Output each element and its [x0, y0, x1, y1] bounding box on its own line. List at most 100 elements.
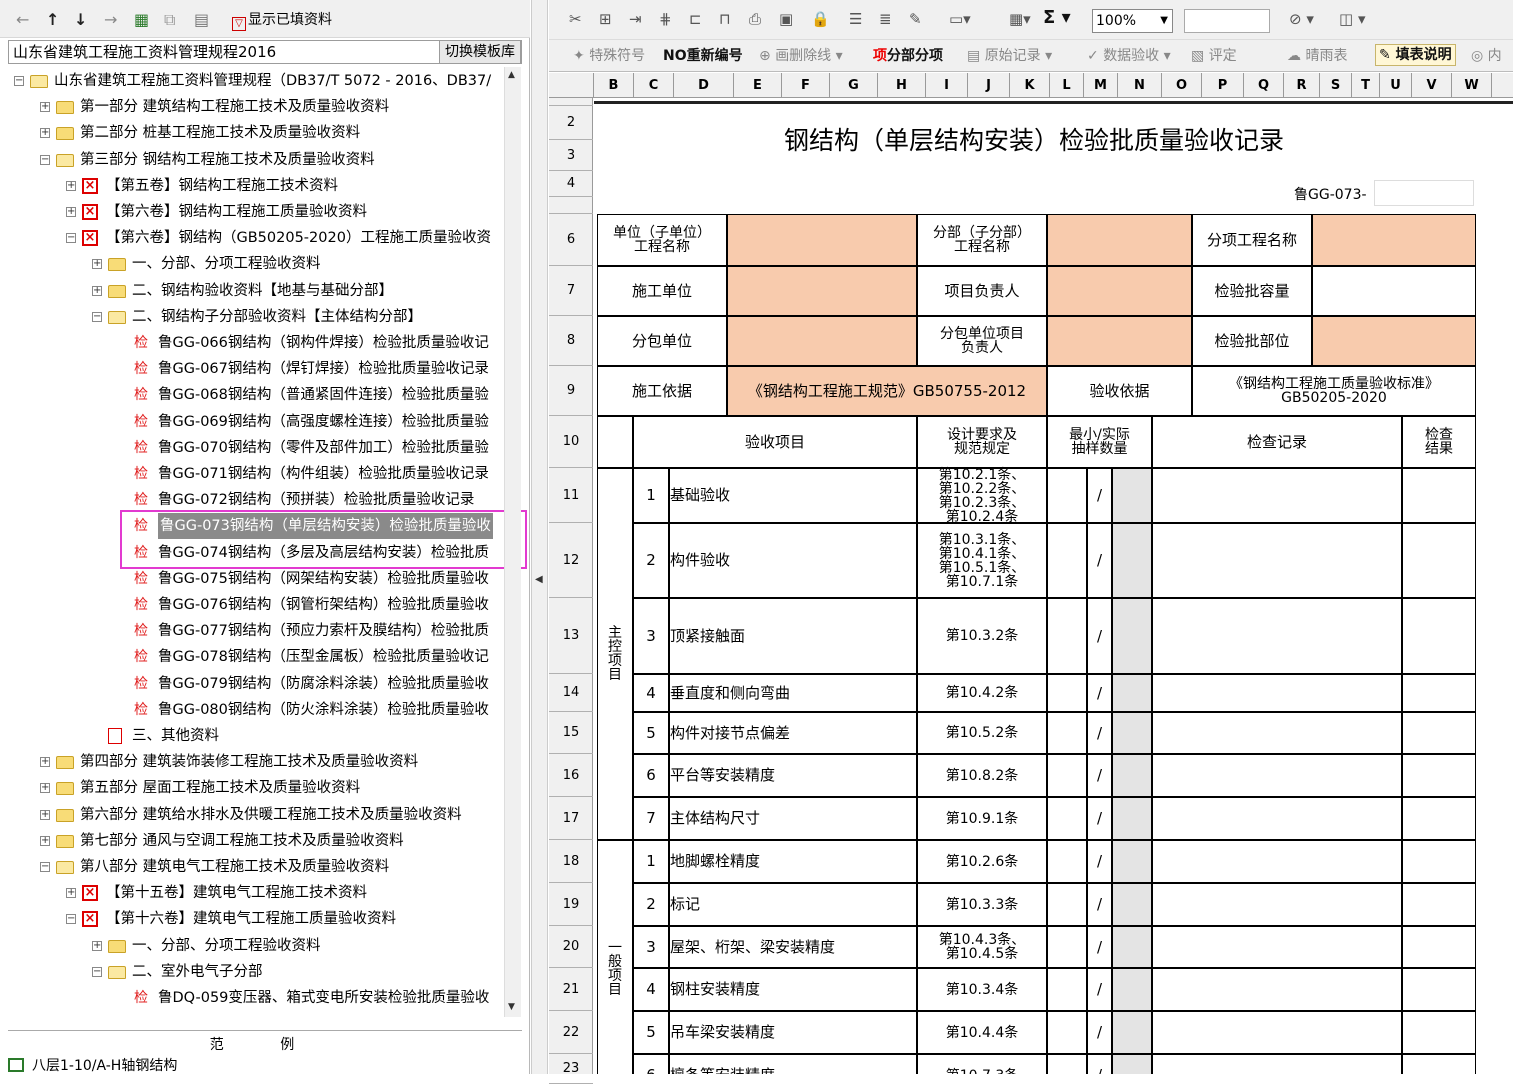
- column-header-cell[interactable]: N: [1118, 73, 1162, 98]
- tree-item[interactable]: + 一、分部、分项工程验收资料: [8, 251, 504, 277]
- tree-item[interactable]: + × 【第六卷】钢结构工程施工质量验收资料: [8, 199, 504, 225]
- switch-template-button[interactable]: 切换模板库: [439, 40, 521, 64]
- column-header-cell[interactable]: V: [1412, 73, 1452, 98]
- row-header-cell[interactable]: [549, 197, 593, 214]
- check-record[interactable]: [1152, 674, 1402, 712]
- sample-min[interactable]: [1047, 712, 1087, 754]
- zoom-select[interactable]: 100% ▼: [1092, 9, 1173, 33]
- sample-min[interactable]: [1047, 840, 1087, 883]
- collapse-icon[interactable]: −: [40, 154, 50, 165]
- row-header-cell[interactable]: 11: [549, 468, 593, 523]
- tree-item[interactable]: − 二、钢结构子分部验收资料【主体结构分部】: [8, 304, 504, 330]
- column-header-cell[interactable]: O: [1162, 73, 1202, 98]
- tree-item[interactable]: + 第五部分 屋面工程施工技术及质量验收资料: [8, 775, 504, 801]
- pm-input[interactable]: [1047, 266, 1192, 316]
- collapse-icon[interactable]: −: [14, 76, 24, 86]
- expand-icon[interactable]: +: [40, 835, 50, 846]
- check-result[interactable]: [1402, 797, 1476, 840]
- strike-button[interactable]: ⊕ 画删除线 ▾: [759, 46, 843, 66]
- expand-icon[interactable]: +: [92, 940, 102, 951]
- column-header-cell[interactable]: G: [830, 73, 878, 98]
- table-icon[interactable]: ▤: [194, 9, 209, 31]
- sub-name-input[interactable]: [1047, 214, 1192, 266]
- form-code-input[interactable]: [1374, 180, 1474, 206]
- check-record[interactable]: [1152, 468, 1402, 523]
- sample-actual[interactable]: [1112, 968, 1152, 1011]
- column-header-cell[interactable]: I: [926, 73, 968, 98]
- tree-item[interactable]: + 第四部分 建筑装饰装修工程施工技术及质量验收资料: [8, 749, 504, 775]
- expand-icon[interactable]: +: [92, 285, 102, 296]
- sample-min[interactable]: [1047, 968, 1087, 1011]
- sample-min[interactable]: [1047, 926, 1087, 968]
- check-result[interactable]: [1402, 968, 1476, 1011]
- check-record[interactable]: [1152, 712, 1402, 754]
- check-record[interactable]: [1152, 523, 1402, 598]
- formula-icon[interactable]: ▦▾: [1009, 10, 1031, 28]
- check-result[interactable]: [1402, 1054, 1476, 1074]
- sample-min[interactable]: [1047, 523, 1087, 598]
- collapse-icon[interactable]: −: [66, 233, 76, 244]
- sum-icon[interactable]: Σ ▾: [1043, 7, 1071, 28]
- grid-icon[interactable]: ▦: [134, 9, 149, 31]
- tree-scrollbar[interactable]: ▲ ▼: [504, 67, 521, 1017]
- move-down-icon[interactable]: ↓: [74, 9, 87, 31]
- sub-pm-input[interactable]: [1047, 316, 1192, 366]
- weather-button[interactable]: ☁ 晴雨表: [1287, 46, 1347, 66]
- row-header-cell[interactable]: 14: [549, 674, 593, 712]
- tree-item[interactable]: − × 【第六卷】钢结构（GB50205-2020）工程施工质量验收资: [8, 225, 504, 251]
- sample-actual[interactable]: [1112, 1011, 1152, 1054]
- check-result[interactable]: [1402, 712, 1476, 754]
- tree-item[interactable]: + × 【第十五卷】建筑电气工程施工技术资料: [8, 880, 504, 906]
- sample-actual[interactable]: [1112, 468, 1152, 523]
- original-record-button[interactable]: ▤ 原始记录 ▾: [967, 46, 1052, 66]
- check-record[interactable]: [1152, 1011, 1402, 1054]
- tree-item[interactable]: + 二、钢结构验收资料【地基与基础分部】: [8, 278, 504, 304]
- tree-item[interactable]: − 第八部分 建筑电气工程施工技术及质量验收资料: [8, 854, 504, 880]
- tree-item[interactable]: − 第三部分 钢结构工程施工技术及质量验收资料: [8, 147, 504, 173]
- tree-item[interactable]: 检鲁GG-075钢结构（网架结构安装）检验批质量验收: [8, 566, 504, 592]
- more-button[interactable]: ◎ 内: [1471, 46, 1502, 66]
- sample-min[interactable]: [1047, 468, 1087, 523]
- row-header-cell[interactable]: 2: [549, 106, 593, 140]
- tree-item[interactable]: 三、其他资料: [8, 723, 504, 749]
- column-header-cell[interactable]: F: [782, 73, 830, 98]
- row-header-cell[interactable]: 7: [549, 266, 593, 316]
- expand-icon[interactable]: +: [66, 180, 76, 191]
- tree-item[interactable]: + × 【第五卷】钢结构工程施工技术资料: [8, 173, 504, 199]
- sample-actual[interactable]: [1112, 598, 1152, 674]
- check-record[interactable]: [1152, 1054, 1402, 1074]
- basis-value[interactable]: 《钢结构工程施工规范》GB50755-2012: [727, 366, 1047, 416]
- expand-icon[interactable]: +: [66, 888, 76, 899]
- check-result[interactable]: [1402, 1011, 1476, 1054]
- check-record[interactable]: [1152, 598, 1402, 674]
- copy-icon[interactable]: ⧉: [164, 9, 175, 31]
- tree-item[interactable]: 检鲁GG-066钢结构（钢构件焊接）检验批质量验收记: [8, 330, 504, 356]
- row-header-cell[interactable]: 17: [549, 797, 593, 840]
- tree-item[interactable]: 检鲁GG-070钢结构（零件及部件加工）检验批质量验: [8, 435, 504, 461]
- panel-splitter[interactable]: ◀: [531, 0, 548, 1074]
- sample-actual[interactable]: [1112, 712, 1152, 754]
- check-result[interactable]: [1402, 754, 1476, 797]
- location-input[interactable]: [1312, 316, 1476, 366]
- row-header-cell[interactable]: 16: [549, 754, 593, 797]
- tree-item[interactable]: + 第七部分 通风与空调工程施工技术及质量验收资料: [8, 828, 504, 854]
- contractor-input[interactable]: [727, 266, 917, 316]
- check-result[interactable]: [1402, 674, 1476, 712]
- check-result[interactable]: [1402, 598, 1476, 674]
- sample-min[interactable]: [1047, 754, 1087, 797]
- capacity-input[interactable]: [1312, 266, 1476, 316]
- sample-min[interactable]: [1047, 1011, 1087, 1054]
- column-header-cell[interactable]: E: [734, 73, 782, 98]
- sample-actual[interactable]: [1112, 926, 1152, 968]
- check-result[interactable]: [1402, 926, 1476, 968]
- fill-icon[interactable]: ◫ ▾: [1339, 10, 1365, 28]
- tree-item[interactable]: − × 【第十六卷】建筑电气工程施工质量验收资料: [8, 906, 504, 932]
- expand-icon[interactable]: +: [66, 207, 76, 217]
- tree-item[interactable]: + 第二部分 桩基工程施工技术及质量验收资料: [8, 120, 504, 146]
- sample-actual[interactable]: [1112, 674, 1152, 712]
- row-header-cell[interactable]: 15: [549, 712, 593, 754]
- column-header-cell[interactable]: J: [968, 73, 1010, 98]
- column-header-cell[interactable]: W: [1452, 73, 1492, 98]
- insert-col-icon[interactable]: ⇥: [629, 10, 642, 28]
- row-header-cell[interactable]: 23: [549, 1054, 593, 1084]
